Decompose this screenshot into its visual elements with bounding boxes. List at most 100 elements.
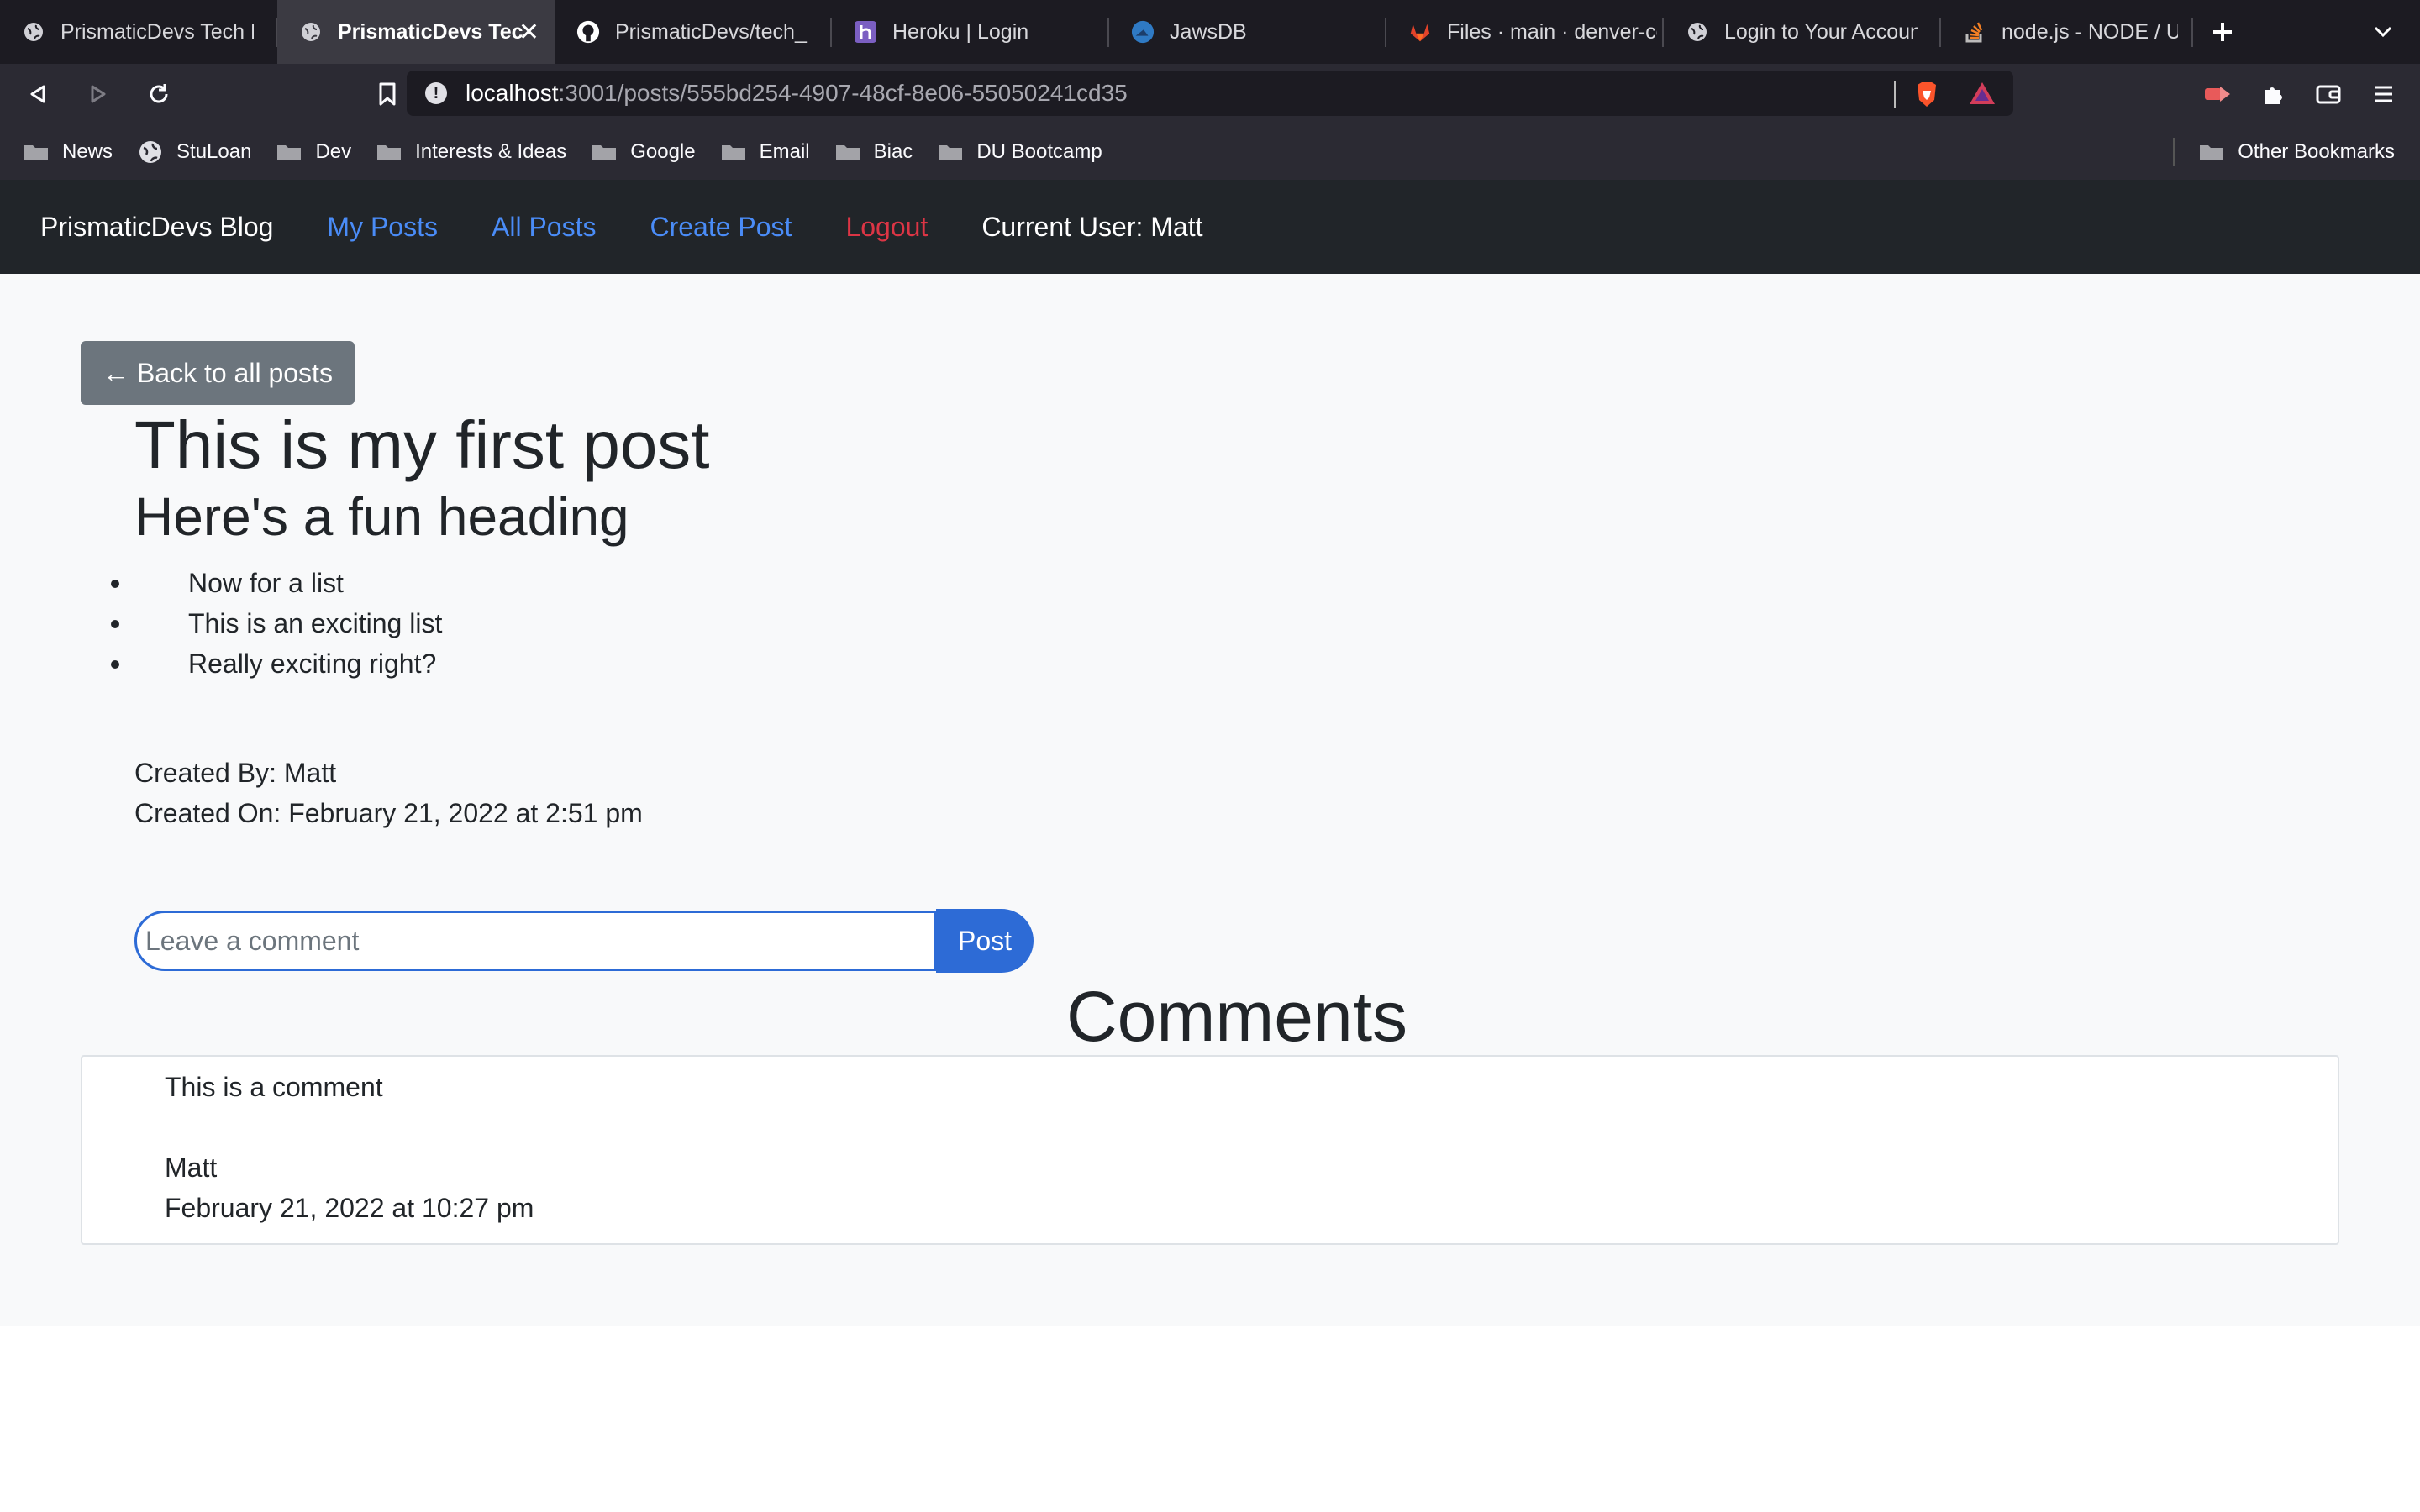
browser-tab[interactable]: node.js - NODE / UPDATE	[1941, 0, 2193, 64]
tab-title: Files · main · denver-coding	[1447, 19, 1657, 44]
wallet-button[interactable]	[2301, 68, 2356, 120]
url-divider	[1894, 81, 1896, 108]
comment-card: This is a comment Matt February 21, 2022…	[81, 1055, 2339, 1245]
plus-icon	[2213, 23, 2232, 41]
bookmark-label: Dev	[315, 140, 352, 163]
folder-icon	[939, 145, 963, 160]
browser-tab[interactable]: PrismaticDevs/tech_blog	[555, 0, 832, 64]
comment-author: Matt	[165, 1152, 218, 1183]
browser-tab[interactable]: PrismaticDevs Tech Blog	[0, 0, 277, 64]
nav-create-post[interactable]: Create Post	[650, 212, 792, 243]
folder-icon	[721, 145, 745, 160]
current-user-label: Current User: Matt	[981, 211, 1203, 242]
jawsdb-icon	[1131, 20, 1155, 44]
bullet-icon	[111, 620, 119, 628]
tab-title: JawsDB	[1170, 19, 1247, 44]
bookmark-google[interactable]: Google	[592, 140, 696, 164]
bookmark-dev[interactable]: Dev	[276, 140, 351, 164]
stackoverflow-icon	[1963, 20, 1986, 44]
menu-button[interactable]	[2356, 68, 2412, 120]
folder-icon	[24, 145, 48, 160]
comment-input[interactable]	[134, 911, 936, 971]
post-list: Now for a list This is an exciting list …	[0, 563, 442, 684]
web-page: PrismaticDevs Blog My Posts All Posts Cr…	[0, 180, 2420, 1512]
brave-rewards-icon[interactable]	[1968, 81, 1996, 110]
nav-my-posts[interactable]: My Posts	[327, 212, 438, 243]
bookmark-label: StuLoan	[176, 140, 252, 163]
post-title: This is my first post	[134, 407, 710, 482]
bookmark-label: News	[62, 140, 113, 163]
back-button[interactable]	[12, 68, 64, 120]
forward-arrow-icon	[91, 85, 106, 103]
bookmark-label: Interests & Ideas	[415, 140, 567, 163]
globe-icon	[22, 20, 45, 44]
created-on: Created On: February 21, 2022 at 2:51 pm	[134, 798, 643, 828]
chevron-down-icon	[2374, 26, 2392, 38]
browser-tab[interactable]: Login to Your Account	[1664, 0, 1941, 64]
extension-button[interactable]	[2190, 68, 2245, 120]
browser-tab[interactable]: Heroku | Login	[832, 0, 1109, 64]
close-icon[interactable]: ✕	[518, 18, 539, 47]
globe-icon	[139, 141, 162, 163]
bookmarks-divider	[2173, 138, 2175, 166]
created-by: Created By: Matt	[134, 758, 337, 788]
reload-button[interactable]	[133, 68, 185, 120]
list-item-text: This is an exciting list	[188, 608, 443, 638]
gitlab-icon	[1408, 20, 1432, 44]
folder-icon	[2200, 145, 2224, 160]
list-item-text: Really exciting right?	[188, 648, 437, 679]
post-meta: Created By: Matt Created On: February 21…	[134, 753, 643, 833]
url-text[interactable]: localhost:3001/posts/555bd254-4907-48cf-…	[466, 80, 1128, 107]
heroku-icon	[854, 20, 877, 44]
post-comment-button[interactable]: Post	[936, 909, 1034, 973]
bookmark-page-button[interactable]	[361, 68, 413, 120]
bookmarks-bar: News StuLoan Dev Interests & Ideas Googl…	[0, 124, 2420, 180]
back-arrow-icon	[30, 85, 45, 103]
other-bookmarks[interactable]: Other Bookmarks	[2199, 124, 2395, 180]
puzzle-icon	[2265, 87, 2282, 104]
bookmark-stuloan[interactable]: StuLoan	[138, 139, 251, 165]
tab-title: Login to Your Account	[1724, 19, 1918, 44]
forward-button[interactable]	[72, 68, 124, 120]
hamburger-menu-icon	[2375, 86, 2392, 102]
post-content-area: ← Back to all posts This is my first pos…	[0, 274, 2420, 1326]
browser-tab[interactable]: JawsDB	[1109, 0, 1386, 64]
comment-date: February 21, 2022 at 10:27 pm	[165, 1193, 534, 1223]
tab-divider	[2191, 18, 2193, 47]
bookmark-du-bootcamp[interactable]: DU Bootcamp	[938, 140, 1102, 164]
address-bar[interactable]: ! localhost:3001/posts/555bd254-4907-48c…	[407, 71, 2013, 116]
folder-icon	[277, 145, 302, 160]
bookmark-news[interactable]: News	[24, 140, 113, 164]
new-tab-button[interactable]	[2193, 0, 2252, 64]
extensions-menu-button[interactable]	[2245, 68, 2301, 120]
folder-icon	[592, 145, 617, 160]
list-item: Really exciting right?	[0, 643, 442, 684]
tab-title: node.js - NODE / UPDATE	[2002, 19, 2178, 44]
nav-logout[interactable]: Logout	[845, 212, 928, 243]
folder-icon	[835, 145, 860, 160]
comments-heading: Comments	[1065, 977, 1408, 1056]
other-bookmarks-label: Other Bookmarks	[2238, 140, 2395, 163]
bookmark-label: Biac	[873, 140, 913, 163]
back-to-all-posts-button[interactable]: ← Back to all posts	[81, 341, 355, 405]
bookmark-email[interactable]: Email	[721, 140, 810, 164]
navbar-brand[interactable]: PrismaticDevs Blog	[40, 212, 273, 243]
tab-title: PrismaticDevs Tech Blog	[338, 19, 523, 44]
browser-tab-active[interactable]: PrismaticDevs Tech Blog ✕	[277, 0, 555, 64]
browser-toolbar: ! localhost:3001/posts/555bd254-4907-48c…	[0, 64, 2420, 124]
site-info-icon[interactable]: !	[425, 82, 447, 104]
folder-icon	[377, 145, 402, 160]
bullet-icon	[111, 660, 119, 669]
bookmark-label: Email	[759, 140, 810, 163]
tab-list-button[interactable]	[2366, 15, 2400, 49]
list-item: This is an exciting list	[0, 603, 442, 643]
tab-title: PrismaticDevs/tech_blog	[615, 19, 808, 44]
brave-shields-icon[interactable]	[1914, 81, 1939, 113]
globe-icon	[1686, 20, 1709, 44]
github-icon	[576, 20, 600, 44]
nav-all-posts[interactable]: All Posts	[492, 212, 596, 243]
bookmark-biac[interactable]: Biac	[835, 140, 913, 164]
browser-tab[interactable]: Files · main · denver-coding	[1386, 0, 1664, 64]
bookmark-interests-ideas[interactable]: Interests & Ideas	[376, 140, 566, 164]
globe-icon	[299, 20, 323, 44]
